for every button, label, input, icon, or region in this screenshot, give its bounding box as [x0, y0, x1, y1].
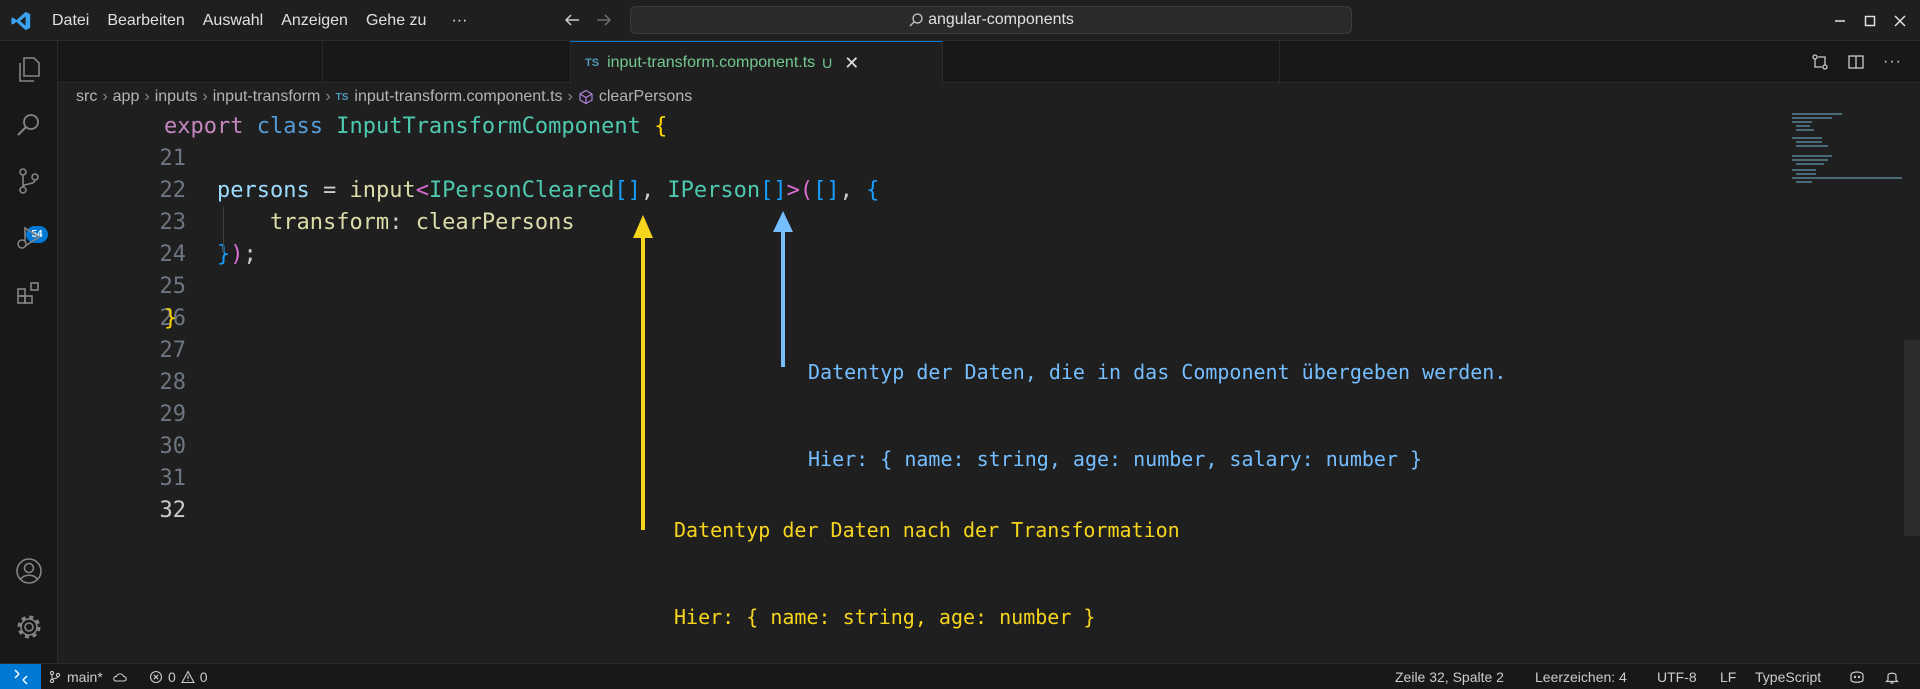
copilot-icon[interactable] [1848, 664, 1866, 689]
cursor-position[interactable]: Zeile 32, Spalte 2 [1395, 664, 1504, 689]
error-count: 0 [168, 669, 176, 685]
annotation-yellow-line1: Datentyp der Daten nach der Transformati… [674, 518, 1180, 542]
branch-indicator[interactable]: main* [48, 664, 128, 689]
warning-count: 0 [199, 669, 208, 685]
blue-arrow [773, 211, 793, 367]
branch-icon [49, 670, 61, 684]
branch-name: main* [67, 669, 103, 685]
status-bar: main* 0 0 Zeile 32, Spalte 2 Leerzeichen… [0, 663, 1920, 689]
language-mode[interactable]: TypeScript [1755, 664, 1821, 689]
error-icon [149, 670, 163, 684]
notifications-bell-icon[interactable] [1885, 664, 1899, 689]
encoding-setting[interactable]: UTF-8 [1657, 664, 1697, 689]
minimap[interactable] [1788, 111, 1902, 201]
problems-indicator[interactable]: 0 0 [149, 664, 208, 689]
indentation-setting[interactable]: Leerzeichen: 4 [1535, 664, 1627, 689]
warning-icon [180, 670, 195, 684]
annotation-yellow-line2: Hier: { name: string, age: number } [674, 605, 1096, 629]
remote-icon [13, 669, 28, 685]
vertical-scrollbar[interactable] [1904, 340, 1920, 536]
yellow-arrow [633, 215, 653, 530]
eol-setting[interactable]: LF [1720, 664, 1736, 689]
sync-cloud-icon [113, 673, 127, 682]
remote-indicator[interactable] [0, 664, 41, 689]
annotation-blue-line1: Datentyp der Daten, die in das Component… [808, 360, 1507, 384]
annotation-transformed-type: Datentyp der Daten nach der Transformati… [674, 458, 1180, 661]
